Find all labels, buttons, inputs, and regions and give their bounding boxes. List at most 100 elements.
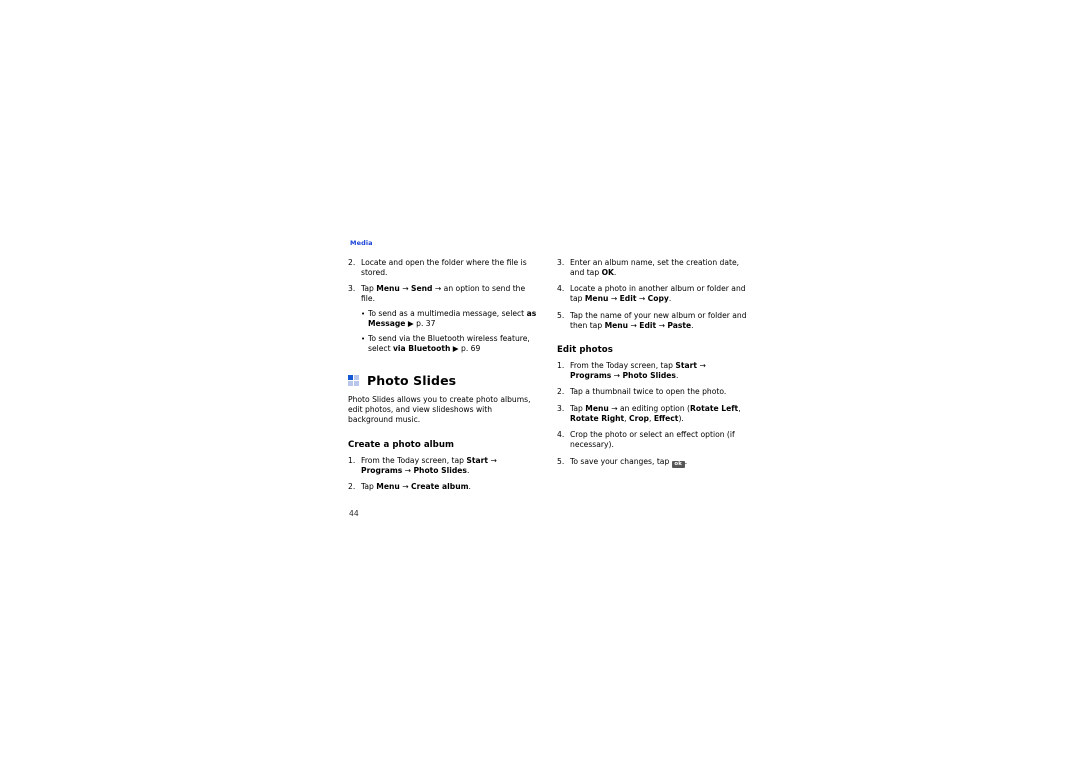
ui-term: Effect [653, 413, 679, 423]
text-run: → [399, 284, 412, 294]
ui-term: Start [466, 455, 489, 465]
step-number: 1. [557, 360, 565, 370]
text-run: → an editing option ( [608, 403, 691, 413]
ui-term: Copy [647, 294, 669, 304]
text-run: Locate and open the folder where the fil… [361, 257, 527, 277]
text-run: → [402, 465, 414, 475]
ui-term: Programs [570, 370, 612, 380]
chapter-intro-paragraph: Photo Slides allows you to create photo … [348, 395, 531, 425]
step-text: From the Today screen, tap Start → Progr… [361, 456, 538, 476]
ui-term: Crop [629, 413, 649, 423]
text-run: From the Today screen, tap [361, 455, 467, 465]
step-text: Tap Menu → Create album. [361, 482, 538, 492]
sub-bullet-item: • To send via the Bluetooth wireless feat… [361, 334, 538, 354]
manual-page: Media 2. Locate and open the folder where… [348, 240, 748, 525]
two-column-body: 2. Locate and open the folder where the f… [348, 258, 748, 493]
step-number: 3. [557, 403, 565, 413]
text-run: . [468, 482, 471, 492]
step-number: 4. [557, 284, 565, 294]
running-header-media: Media [350, 239, 373, 247]
text-run: → [697, 360, 706, 370]
page-number: 44 [349, 509, 359, 518]
step-item: 1. From the Today screen, tap Start → Pro… [557, 361, 747, 381]
step-text: To save your changes, tap ok. [570, 457, 747, 469]
step-text: Enter an album name, set the creation da… [570, 258, 747, 278]
text-run: Tap [361, 284, 377, 294]
step-number: 1. [348, 455, 356, 465]
section-heading-create-a-photo-album: Create a photo album [348, 439, 455, 450]
ui-term: Rotate Left [690, 403, 739, 413]
ui-term: OK [601, 267, 614, 277]
step-item: 3. Tap Menu → an editing option (Rotate L… [557, 404, 747, 424]
text-run: . [675, 370, 679, 380]
text-run: To send as a multimedia message, select [368, 309, 527, 319]
steps-list-edit-photos: 1. From the Today screen, tap Start → Pro… [557, 361, 747, 469]
step-number: 3. [348, 284, 356, 294]
right-column: 3. Enter an album name, set the creation … [557, 258, 747, 493]
step-item: 2. Tap Menu → Create album. [348, 482, 538, 492]
text-run: → [611, 370, 623, 380]
step-item: 3. Tap Menu → Send → an option to send th… [348, 284, 538, 354]
sub-bullet-text: To send as a multimedia message, select … [368, 309, 538, 329]
step-text: Tap Menu → Send → an option to send the … [361, 284, 538, 354]
text-run: Enter an album name, set the creation da… [570, 257, 740, 277]
step-text: Locate and open the folder where the fil… [361, 258, 538, 278]
text-run: From the Today screen, tap [570, 360, 676, 370]
ui-term: Menu [604, 320, 629, 330]
step-number: 3. [557, 257, 565, 267]
step-item: 2. Tap a thumbnail twice to open the phot… [557, 387, 747, 397]
step-number: 2. [348, 482, 356, 492]
ui-term: Create album [411, 482, 469, 492]
step-text: Locate a photo in another album or folde… [570, 284, 747, 304]
steps-list-create-a-photo-album: 1. From the Today screen, tap Start → Pro… [348, 456, 538, 493]
text-run: → [399, 482, 412, 492]
step-number: 2. [348, 257, 356, 267]
ui-term: via Bluetooth [392, 344, 451, 354]
text-run: . [684, 456, 688, 466]
text-run: . [691, 320, 694, 330]
step-text: From the Today screen, tap Start → Progr… [570, 361, 747, 381]
ui-term: Rotate Right [570, 413, 625, 423]
section-heading-edit-photos: Edit photos [557, 344, 613, 355]
step-item: 2. Locate and open the folder where the f… [348, 258, 538, 278]
step-text: Crop the photo or select an effect optio… [570, 430, 747, 450]
text-run: → [488, 455, 497, 465]
ui-term: Paste [667, 320, 692, 330]
step-text: Tap Menu → an editing option (Rotate Lef… [570, 404, 747, 424]
sub-bullet-item: • To send as a multimedia message, select… [361, 309, 538, 329]
text-run: To save your changes, tap [570, 456, 672, 466]
step-item: 5. To save your changes, tap ok. [557, 457, 747, 469]
step-item: 3. Enter an album name, set the creation … [557, 258, 747, 278]
text-run: ▶ p. 37 [405, 319, 436, 329]
ui-term: Edit [619, 294, 637, 304]
ok-softkey-icon: ok [671, 460, 685, 469]
sub-bullet-text: To send via the Bluetooth wireless featu… [368, 334, 538, 354]
ui-term: Photo Slides [413, 465, 467, 475]
step-number: 2. [557, 387, 565, 397]
ui-term: Photo Slides [622, 370, 676, 380]
left-column: 2. Locate and open the folder where the f… [348, 258, 538, 493]
ui-term: Edit [639, 320, 657, 330]
text-run: ). [678, 413, 684, 423]
bullet-icon: • [361, 335, 366, 344]
ui-term: Start [675, 360, 698, 370]
step-item: 4. Locate a photo in another album or fol… [557, 284, 747, 304]
text-run: , [738, 403, 741, 413]
ui-term: Programs [361, 465, 403, 475]
step-number: 4. [557, 430, 565, 440]
ui-term: Send [411, 284, 433, 294]
text-run: . [613, 267, 617, 277]
bullet-icon: • [361, 310, 366, 319]
ui-term: Menu [584, 294, 609, 304]
step-text: Tap the name of your new album or folder… [570, 311, 747, 331]
sub-bullet-list: • To send as a multimedia message, select… [361, 309, 538, 354]
text-run: → [656, 320, 668, 330]
step-text: Tap a thumbnail twice to open the photo. [570, 387, 747, 397]
text-run: → [636, 294, 648, 304]
ui-term: Menu [376, 284, 400, 294]
text-run: Crop the photo or select an effect optio… [570, 430, 735, 450]
text-run: Tap [361, 482, 377, 492]
step-item: 4. Crop the photo or select an effect opt… [557, 430, 747, 450]
continued-steps-list-right: 3. Enter an album name, set the creation … [557, 258, 747, 331]
ui-term: Menu [585, 403, 609, 413]
